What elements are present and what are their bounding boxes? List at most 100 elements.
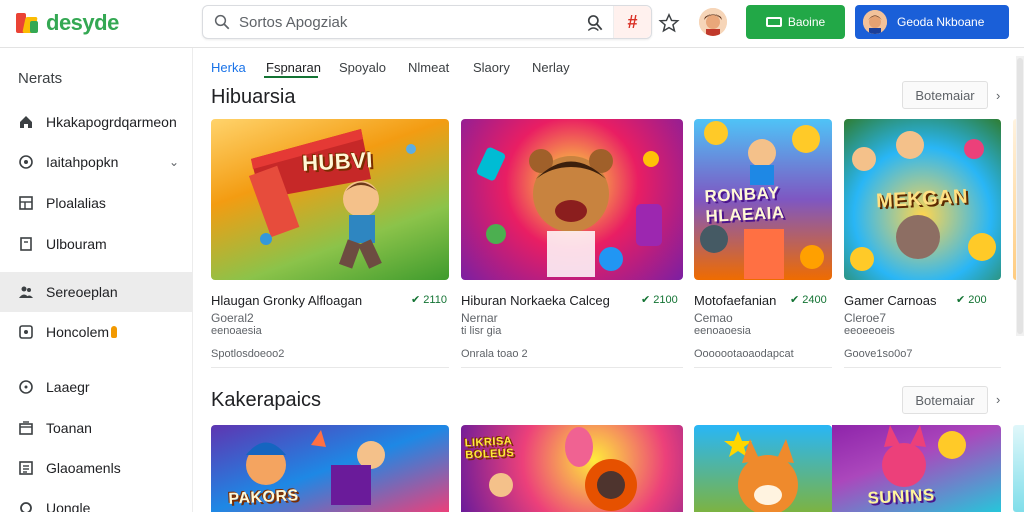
sidebar: Nerats Hkakapogrdqarmeon Iaitahpopkn ⌄ P… [0, 48, 193, 512]
card-divider [694, 367, 832, 368]
game-developer: Spotlosdoeoo2 [211, 348, 285, 360]
logo-mark-icon [16, 11, 40, 35]
game-category: Goeral2 [211, 311, 254, 325]
wallet-icon [19, 421, 33, 435]
list-icon [19, 461, 33, 475]
more-button[interactable]: Botemaiar [902, 81, 988, 109]
account-button-label: Geoda Nkboane [897, 15, 985, 29]
card-divider [461, 367, 683, 368]
green-action-button[interactable]: Baoine [746, 5, 845, 39]
window-icon [765, 17, 782, 27]
account-avatar [863, 10, 887, 34]
scrollbar[interactable] [1016, 56, 1024, 336]
game-rating: ✔ 2400 [790, 294, 827, 306]
sidebar-item-7[interactable]: Toanan [0, 408, 193, 448]
game-rating-value: 2400 [802, 294, 827, 306]
tab-1[interactable]: Fspnaran [266, 60, 321, 75]
sidebar-title: Nerats [18, 70, 63, 87]
game-category: Nernar [461, 311, 498, 325]
sidebar-item-label: Glaoamenls [46, 460, 121, 476]
sidebar-item-3[interactable]: Ulbouram [0, 224, 193, 264]
tab-4[interactable]: Slaory [473, 60, 510, 75]
user-search-icon[interactable] [585, 13, 605, 33]
bookmark-icon [20, 237, 32, 251]
tab-2[interactable]: Spoyalo [339, 60, 386, 75]
game-rating: ✔ 2100 [641, 294, 678, 306]
tab-3[interactable]: Nlmeat [408, 60, 449, 75]
hash-button[interactable]: # [613, 6, 651, 38]
flame-icon [111, 326, 118, 338]
sidebar-item-label: Laaegr [46, 379, 90, 395]
game-developer: Goove1so0o7 [844, 348, 913, 360]
sidebar-item-label: Ploalalias [46, 195, 106, 211]
game-thumbnail: LIKRISA BOLEUS [461, 425, 683, 512]
section-title: Hibuarsia [211, 86, 296, 108]
sidebar-item-label: Uongle [46, 500, 91, 512]
game-subcategory: ti lisr gia [461, 325, 502, 337]
game-thumbnail: SUNINS [832, 425, 1001, 512]
sidebar-item-label: Iaitahpopkn [46, 154, 119, 170]
game-subcategory: eenoaoesia [694, 325, 751, 337]
account-button[interactable]: Geoda Nkboane [855, 5, 1009, 39]
game-thumbnail: HUBVI [211, 119, 449, 280]
sidebar-item-label: Honcolem [46, 324, 118, 340]
search-bar[interactable]: # [202, 5, 652, 39]
game-title: Motofaefanian [694, 293, 777, 308]
app-logo[interactable]: desyde [16, 10, 119, 36]
star-icon[interactable] [658, 12, 680, 34]
game-banner-text: SUNINS [867, 485, 936, 508]
tab-0[interactable]: Herka [211, 60, 246, 75]
game-thumbnail: MEKGAN [844, 119, 1001, 280]
game-banner-text: MEKGAN [876, 185, 969, 213]
gamepad-icon [19, 155, 33, 169]
chevron-right-icon[interactable]: › [996, 392, 1000, 407]
tab-5[interactable]: Nerlay [532, 60, 570, 75]
game-banner-text: LIKRISA BOLEUS [464, 434, 515, 462]
game-title: Gamer Carnoas [844, 293, 937, 308]
game-thumbnail [461, 119, 683, 280]
sidebar-item-1[interactable]: Iaitahpopkn ⌄ [0, 142, 193, 182]
game-developer: Ooooootaoaodapcat [694, 348, 794, 360]
section-title: Kakerapaics [211, 389, 322, 411]
game-thumbnail [694, 425, 832, 512]
chevron-down-icon[interactable]: ⌄ [169, 155, 179, 169]
sidebar-item-label: Sereoeplan [46, 284, 118, 300]
sidebar-item-2[interactable]: Ploalalias [0, 183, 193, 223]
game-rating: ✔ 200 [956, 294, 987, 306]
game-banner-text: HUBVI [301, 147, 374, 177]
sidebar-item-9[interactable]: Uongle [0, 488, 193, 512]
sidebar-item-text: Honcolem [46, 324, 110, 340]
partial-card-edge[interactable] [1013, 425, 1024, 512]
green-button-label: Baoine [787, 15, 826, 29]
game-rating-value: 2110 [423, 294, 447, 306]
sidebar-item-6[interactable]: Laaegr [0, 367, 193, 407]
game-thumbnail: RONBAY HLAEAIA [694, 119, 832, 280]
top-header: desyde # Baoine Geoda Nkboane [0, 0, 1024, 48]
sidebar-item-label: Hkakapogrdqarmeon [46, 114, 177, 130]
scrollbar-thumb[interactable] [1017, 58, 1023, 334]
game-title: Hiburan Norkaeka Calceg [461, 293, 610, 308]
logo-text: desyde [46, 10, 119, 35]
people-icon [19, 286, 33, 298]
sidebar-item-5[interactable]: Honcolem [0, 312, 193, 352]
settings-icon [20, 502, 32, 512]
sidebar-item-4[interactable]: Sereoeplan [0, 272, 193, 312]
game-developer: Onrala toao 2 [461, 348, 528, 360]
search-icon [214, 14, 230, 30]
sidebar-item-label: Ulbouram [46, 236, 107, 252]
game-banner-text: PAKORS [227, 487, 299, 508]
game-thumbnail: PAKORS [211, 425, 449, 512]
active-tab-indicator [264, 76, 318, 78]
sidebar-item-8[interactable]: Glaoamenls [0, 448, 193, 488]
more-button[interactable]: Botemaiar [902, 386, 988, 414]
sidebar-item-label: Toanan [46, 420, 92, 436]
home-icon [20, 116, 32, 128]
search-input[interactable] [239, 13, 569, 31]
game-rating-value: 2100 [653, 294, 678, 306]
sidebar-item-0[interactable]: Hkakapogrdqarmeon [0, 102, 193, 142]
game-category: Cemao [694, 311, 733, 325]
user-avatar-small[interactable] [699, 8, 727, 36]
hash-symbol: # [627, 11, 638, 32]
game-rating-value: 200 [968, 294, 987, 306]
chevron-right-icon[interactable]: › [996, 88, 1000, 103]
